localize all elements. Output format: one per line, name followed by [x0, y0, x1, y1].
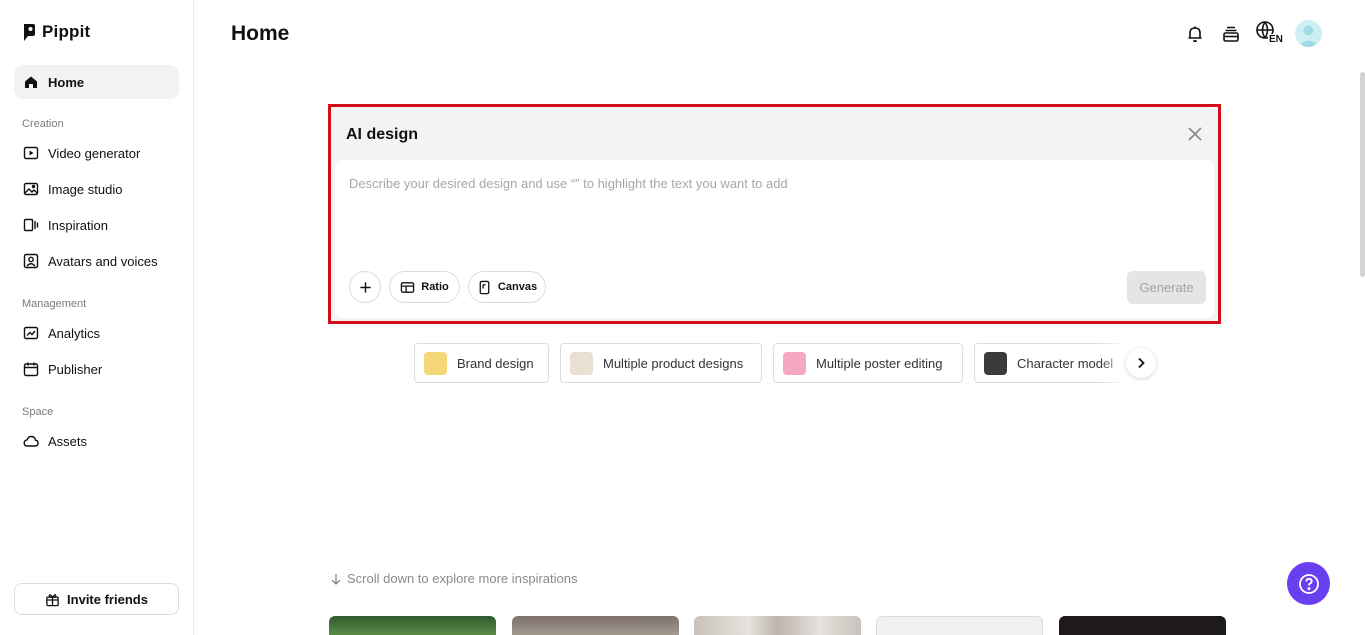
- brand-name: Pippit: [42, 22, 91, 41]
- app-root: Pippit Home Creation Video generator Ima…: [0, 0, 1365, 635]
- chip-multiple-product-designs[interactable]: Multiple product designs: [560, 343, 762, 383]
- language-button[interactable]: EN: [1255, 21, 1285, 46]
- sidebar-item-avatars-voices[interactable]: Avatars and voices: [14, 244, 179, 278]
- inspiration-icon: [23, 218, 39, 232]
- chip-thumbnail: [783, 351, 806, 375]
- chip-thumbnail: [570, 351, 593, 375]
- inspiration-thumbnail[interactable]: [694, 616, 861, 635]
- language-code: EN: [1268, 34, 1284, 45]
- help-icon: [1298, 573, 1319, 594]
- sidebar-item-image-studio[interactable]: Image studio: [14, 172, 179, 206]
- chips-next-button[interactable]: [1126, 348, 1156, 378]
- gift-icon: [46, 593, 59, 606]
- chip-multiple-poster-editing[interactable]: Multiple poster editing: [773, 343, 963, 383]
- chip-thumbnail: [424, 351, 447, 375]
- image-icon: [23, 182, 39, 196]
- section-label-space: Space: [22, 406, 54, 418]
- sidebar-item-label: Inspiration: [48, 217, 108, 233]
- page-title: Home: [231, 22, 290, 45]
- cloud-icon: [23, 435, 39, 447]
- calendar-icon: [23, 362, 39, 377]
- avatar-voice-icon: [23, 253, 39, 269]
- sidebar-item-label: Avatars and voices: [48, 253, 158, 269]
- notifications-button[interactable]: [1183, 22, 1207, 46]
- layers-button[interactable]: [1219, 22, 1243, 46]
- home-icon: [25, 76, 37, 88]
- user-avatar-icon: [1298, 25, 1319, 47]
- inspiration-thumbnail[interactable]: [512, 616, 679, 635]
- pippit-logo-icon: [24, 23, 35, 41]
- user-avatar[interactable]: [1295, 20, 1322, 47]
- help-button[interactable]: [1287, 562, 1330, 605]
- sidebar-item-label: Video generator: [48, 145, 141, 161]
- analytics-icon: [23, 326, 39, 340]
- page-scrollbar[interactable]: [1360, 72, 1365, 277]
- sidebar-item-label: Publisher: [48, 361, 103, 377]
- inspiration-thumbnail[interactable]: [329, 616, 496, 635]
- sidebar-item-label: Image studio: [48, 181, 123, 197]
- sidebar-item-video-generator[interactable]: Video generator: [14, 136, 179, 170]
- scroll-hint: Scroll down to explore more inspirations: [330, 571, 578, 586]
- brand-logo[interactable]: Pippit: [22, 22, 90, 42]
- layers-icon: [1223, 26, 1239, 42]
- chip-label: Character model: [1017, 355, 1114, 371]
- inspiration-thumbnail[interactable]: [876, 616, 1043, 635]
- sidebar-item-home[interactable]: Home: [14, 65, 179, 99]
- scroll-hint-text: Scroll down to explore more inspirations: [347, 571, 578, 586]
- bell-icon: [1188, 26, 1202, 43]
- video-icon: [23, 146, 39, 160]
- sidebar-item-assets[interactable]: Assets: [14, 424, 179, 458]
- chip-label: Multiple poster editing: [816, 355, 943, 371]
- chip-thumbnail: [984, 351, 1007, 375]
- focus-highlight-frame: [328, 104, 1221, 324]
- inspiration-thumbnail[interactable]: [1059, 616, 1226, 635]
- sidebar-item-publisher[interactable]: Publisher: [14, 352, 179, 386]
- section-label-creation: Creation: [22, 118, 64, 130]
- sidebar: Pippit Home Creation Video generator Ima…: [0, 0, 194, 635]
- chevron-right-icon: [1138, 357, 1145, 369]
- section-label-management: Management: [22, 298, 87, 310]
- chip-label: Brand design: [457, 355, 534, 371]
- top-toolbar: EN: [1183, 21, 1285, 46]
- invite-friends-button[interactable]: Invite friends: [14, 583, 179, 615]
- sidebar-item-label: Home: [48, 74, 85, 90]
- sidebar-item-label: Assets: [48, 433, 88, 449]
- sidebar-item-analytics[interactable]: Analytics: [14, 316, 179, 350]
- chip-fade: [1100, 343, 1126, 383]
- chip-brand-design[interactable]: Brand design: [414, 343, 549, 383]
- arrow-down-icon: [331, 573, 341, 585]
- sidebar-item-label: Analytics: [48, 325, 101, 341]
- sidebar-item-inspiration[interactable]: Inspiration: [14, 208, 179, 242]
- invite-friends-label: Invite friends: [67, 591, 148, 607]
- chip-label: Multiple product designs: [603, 355, 744, 371]
